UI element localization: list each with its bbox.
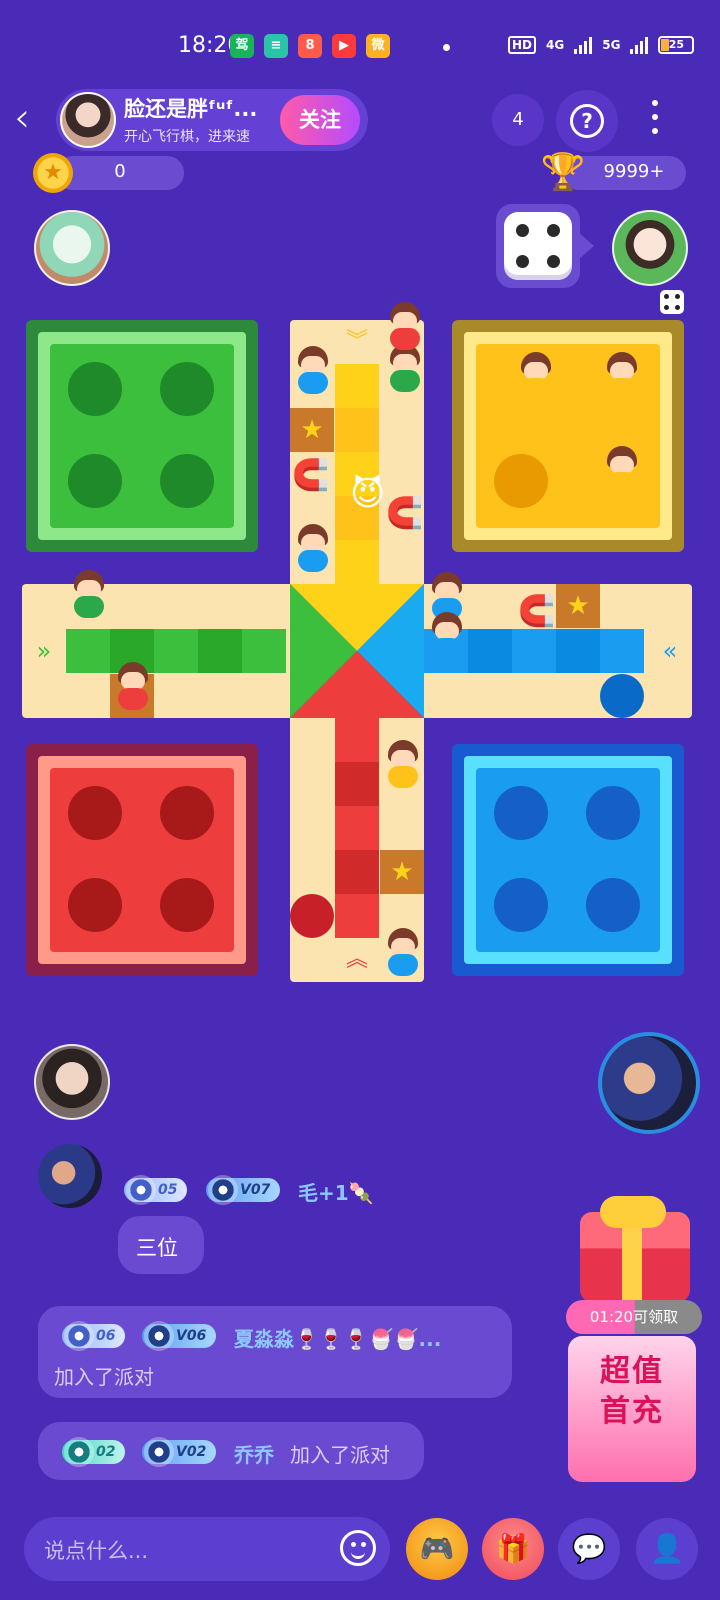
status-indicators: HD 4G 5G 25	[508, 36, 695, 54]
player-yellow-avatar[interactable]	[612, 210, 688, 286]
dice-icon[interactable]	[504, 212, 572, 280]
notification-dot	[443, 44, 450, 51]
game-controller-icon: 🎮	[419, 1532, 455, 1565]
help-icon: ?	[570, 104, 604, 138]
join-text: 加入了派对	[54, 1365, 154, 1389]
chat-avatar[interactable]	[38, 1144, 102, 1208]
chevron-up-icon: ︽	[345, 947, 368, 972]
signal-5g-icon	[630, 36, 649, 54]
chat-input-placeholder: 说点什么...	[44, 1539, 149, 1563]
online-count[interactable]: 4	[492, 94, 544, 146]
red-base	[26, 744, 258, 976]
game-shop-button[interactable]: 🎮	[406, 1518, 468, 1580]
red-piece[interactable]	[386, 302, 424, 352]
chat-message: 三位	[136, 1236, 178, 1260]
gift-button[interactable]: 🎁	[482, 1518, 544, 1580]
first-recharge-line1: 超值	[600, 1354, 664, 1389]
battery-icon: 25	[658, 36, 695, 54]
magnet-icon: 🧲	[386, 496, 424, 531]
home-center	[290, 584, 424, 718]
magnet-icon: 🧲	[518, 594, 556, 629]
player-blue-avatar[interactable]	[598, 1032, 700, 1134]
message-icon: 💬	[571, 1532, 607, 1565]
trophy-value: 9999+	[603, 161, 665, 182]
follow-button[interactable]: 关注	[280, 95, 360, 145]
vip-badge: V02	[142, 1437, 217, 1467]
network-5g-label: 5G	[602, 38, 621, 52]
yellow-piece[interactable]	[384, 740, 422, 790]
back-button[interactable]: ‹	[14, 98, 50, 142]
add-user-icon: 👤	[649, 1532, 685, 1565]
invite-button[interactable]: 👤	[636, 1518, 698, 1580]
magnet-icon: 🧲	[292, 458, 330, 493]
gift-bow	[600, 1196, 666, 1228]
signal-4g-icon	[574, 36, 593, 54]
green-piece[interactable]	[70, 570, 108, 620]
host-name: 脸还是胖ᶠᵘᶠ...	[124, 97, 258, 121]
dice-bubble-tail	[578, 232, 594, 260]
left-track: »	[22, 584, 290, 718]
level-badge: 05	[124, 1175, 188, 1205]
room-description: 开心飞行棋，进来速	[124, 129, 250, 145]
player-red-avatar[interactable]	[34, 1044, 110, 1120]
star-tile-icon: ★	[556, 584, 600, 628]
blue-piece[interactable]	[384, 928, 422, 978]
red-piece[interactable]	[114, 662, 152, 712]
star-tile-icon: ★	[290, 408, 334, 452]
coin-value: 0	[114, 161, 126, 182]
chat-username[interactable]: 毛+1🍡	[298, 1177, 374, 1206]
star-tile-icon: ★	[380, 850, 424, 894]
shopping-app-icon: 8	[298, 34, 322, 58]
yellow-piece[interactable]	[603, 446, 641, 496]
emoji-icon[interactable]	[340, 1530, 376, 1566]
green-base	[26, 320, 258, 552]
yellow-piece[interactable]	[517, 352, 555, 402]
blue-piece[interactable]	[294, 524, 332, 574]
blue-piece[interactable]	[294, 346, 332, 396]
host-avatar[interactable]	[60, 92, 116, 148]
help-button[interactable]: ?	[556, 90, 618, 152]
chat-username[interactable]: 乔乔	[234, 1439, 274, 1468]
hd-icon: HD	[508, 36, 537, 54]
status-app-icons: 驾 ≡ 8 ▶ 微	[230, 34, 390, 58]
first-recharge-line2: 首充	[600, 1394, 664, 1429]
vip-badge: V06	[142, 1321, 217, 1351]
chevron-right-icon: »	[36, 637, 52, 665]
first-recharge-label: 超值 首充	[568, 1352, 696, 1432]
level-badge: 02	[62, 1437, 126, 1467]
gift-icon: 🎁	[495, 1532, 531, 1565]
driving-app-icon: 驾	[230, 34, 254, 58]
blue-piece[interactable]	[428, 612, 466, 662]
devil-icon: 😈	[350, 474, 386, 514]
mini-dice-icon	[660, 290, 684, 314]
chat-username[interactable]: 夏淼淼🍷🍷🍷🍧🍧...	[234, 1323, 441, 1352]
chevron-down-icon: ︾	[345, 329, 368, 354]
gift-timer[interactable]: 01:20可领取	[566, 1300, 702, 1334]
trophy-icon: 🏆	[540, 152, 586, 193]
notes-app-icon: ≡	[264, 34, 288, 58]
join-text: 加入了派对	[290, 1443, 390, 1467]
network-4g-label: 4G	[546, 38, 565, 52]
more-menu-button[interactable]	[648, 100, 662, 140]
video-app-icon: ▶	[332, 34, 356, 58]
yellow-base	[452, 320, 684, 552]
vip-badge: V07	[206, 1175, 281, 1205]
player-green-avatar[interactable]	[34, 210, 110, 286]
yellow-piece[interactable]	[603, 352, 641, 402]
weibo-app-icon: 微	[366, 34, 390, 58]
chevron-left-icon: «	[662, 637, 678, 665]
message-button[interactable]: 💬	[558, 1518, 620, 1580]
blue-base	[452, 744, 684, 976]
level-badge: 06	[62, 1321, 126, 1351]
